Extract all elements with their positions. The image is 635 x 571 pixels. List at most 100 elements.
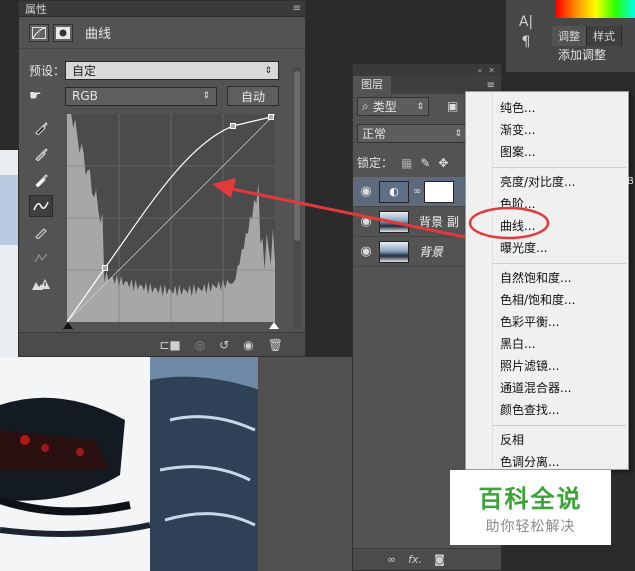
tab-adjustments[interactable]: 调整 <box>552 26 587 46</box>
lock-label: 锁定： <box>357 156 394 170</box>
menu-item[interactable]: 色调分离... <box>500 453 559 470</box>
fx-button[interactable]: fx. <box>408 553 422 566</box>
properties-scrollbar[interactable] <box>293 67 301 329</box>
curves-graph[interactable] <box>67 114 275 322</box>
eyedropper-black-icon[interactable] <box>29 117 53 139</box>
panel-name: 曲线 <box>85 27 112 42</box>
menu-item[interactable]: 颜色查找... <box>500 401 559 418</box>
color-spectrum-bar[interactable] <box>556 0 635 18</box>
collapse-icon[interactable]: « <box>477 66 482 75</box>
white-point-slider[interactable] <box>269 322 279 329</box>
properties-panel: 属性 ≡ 曲线 预设： 自定 ⇕ ☛ RGB ⇕ 自动 ⊏■ ◎ ↺ ◉ 🗑 <box>18 0 306 357</box>
layer-name: 背景 <box>419 245 444 259</box>
menu-item[interactable]: 黑白... <box>500 335 535 352</box>
menu-item[interactable]: 色彩平衡... <box>500 313 559 330</box>
lock-position-icon[interactable]: ✥ <box>438 156 448 170</box>
panel-menu-icon[interactable]: ≡ <box>293 3 301 14</box>
layer-name: 背景 副 <box>419 215 459 229</box>
layer-thumbnail[interactable] <box>379 240 409 263</box>
filter-kind-value: 类型 <box>372 100 397 114</box>
watermark-subtitle: 助你轻松解决 <box>485 519 576 535</box>
curve-control-point[interactable] <box>268 114 274 120</box>
close-icon[interactable]: ✕ <box>488 66 495 75</box>
menu-gutter <box>492 92 493 469</box>
menu-item[interactable]: 曲线... <box>500 217 535 234</box>
character-icon[interactable]: A| <box>512 14 540 34</box>
eye-icon[interactable]: ◉ <box>353 214 379 229</box>
watermark: 百科全说 助你轻松解决 <box>450 470 611 545</box>
menu-item[interactable]: 渐变... <box>500 121 535 138</box>
tab-styles[interactable]: 样式 <box>587 26 622 46</box>
preset-label: 预设： <box>29 64 66 78</box>
menu-item[interactable]: 自然饱和度... <box>500 269 571 286</box>
updown-arrow-icon: ⇕ <box>264 65 272 76</box>
adjust-tabs: 调整 样式 <box>552 26 622 46</box>
preset-dropdown[interactable]: 自定 ⇕ <box>65 61 279 80</box>
updown-arrow-icon: ⇕ <box>454 128 462 139</box>
eye-icon[interactable]: ◉ <box>353 244 379 259</box>
channel-dropdown[interactable]: RGB ⇕ <box>65 86 217 106</box>
properties-titlebar: 属性 ≡ <box>19 1 305 17</box>
add-mask-icon[interactable]: ◙ <box>434 553 445 566</box>
menu-item[interactable]: 照片滤镜... <box>500 357 559 374</box>
paragraph-icon[interactable]: ¶ <box>512 34 540 54</box>
properties-footer: ⊏■ ◎ ↺ ◉ 🗑 <box>19 332 305 356</box>
link-layers-icon[interactable]: ∞ <box>387 553 396 566</box>
adjustment-context-menu: 纯色... 渐变... 图案... 亮度/对比度... 色阶... 曲线... 曝光度...… <box>465 91 629 470</box>
eyedropper-white-icon[interactable] <box>29 169 53 191</box>
smooth-icon[interactable] <box>29 247 53 269</box>
watermark-title: 百科全说 <box>478 485 583 513</box>
lock-row: 锁定： ▦ ✎ ✥ <box>357 154 448 171</box>
hand-adjust-icon[interactable]: ☛ <box>29 88 65 104</box>
view-previous-icon[interactable]: ◎ <box>195 338 205 352</box>
search-icon: ⌕ <box>362 99 369 113</box>
channel-row: ☛ RGB ⇕ 自动 <box>29 86 279 106</box>
menu-item[interactable]: 反相 <box>500 431 524 448</box>
mini-tool-column: A| ¶ <box>512 14 540 54</box>
curve-control-point[interactable] <box>102 265 108 271</box>
trash-icon[interactable]: 🗑 <box>268 338 283 352</box>
black-point-slider[interactable] <box>63 322 73 329</box>
menu-item[interactable]: 曝光度... <box>500 239 547 256</box>
preset-value: 自定 <box>72 64 97 78</box>
scroll-thumb[interactable] <box>294 71 300 241</box>
panel-menu-icon[interactable]: ≡ <box>487 80 495 91</box>
preset-row: 预设： 自定 ⇕ <box>29 61 279 80</box>
lock-transparency-icon[interactable]: ▦ <box>401 156 412 170</box>
curves-layer-thumbnail[interactable]: ◐ <box>379 180 409 203</box>
menu-item[interactable]: 色相/饱和度... <box>500 291 576 308</box>
properties-header: 曲线 <box>19 17 305 49</box>
blend-mode-dropdown[interactable]: 正常 ⇕ <box>357 124 467 143</box>
filter-kind-dropdown[interactable]: ⌕ 类型 ⇕ <box>357 97 429 116</box>
layer-mask-thumbnail[interactable] <box>424 180 455 203</box>
eyedropper-gray-icon[interactable] <box>29 143 53 165</box>
lock-paint-icon[interactable]: ✎ <box>420 156 430 170</box>
layer-mask-icon[interactable] <box>53 23 73 42</box>
layers-footer: ∞ fx. ◙ <box>353 548 501 570</box>
menu-item[interactable]: 通道混合器... <box>500 379 571 396</box>
menu-separator <box>492 425 626 426</box>
curve-tools <box>29 117 53 299</box>
menu-separator <box>492 167 626 168</box>
layers-topbar: « ✕ <box>353 64 501 76</box>
auto-button[interactable]: 自动 <box>227 86 279 106</box>
edge-label: B <box>627 176 634 187</box>
menu-item[interactable]: 亮度/对比度... <box>500 173 576 190</box>
image-filter-icon[interactable]: ▣ <box>447 99 458 113</box>
menu-item[interactable]: 色阶... <box>500 195 535 212</box>
layer-thumbnail[interactable] <box>379 210 409 233</box>
menu-item[interactable]: 图案... <box>500 143 535 160</box>
curve-control-point[interactable] <box>230 123 236 129</box>
visibility-icon[interactable]: ◉ <box>243 338 253 352</box>
curve-point-icon[interactable] <box>29 195 53 217</box>
curves-adjustment-icon[interactable] <box>29 23 49 42</box>
clip-to-layer-icon[interactable]: ⊏■ <box>159 338 180 352</box>
tab-layers[interactable]: 图层 <box>353 76 391 94</box>
pencil-icon[interactable] <box>29 221 53 243</box>
properties-title: 属性 <box>25 2 47 16</box>
reset-icon[interactable]: ↺ <box>219 338 229 352</box>
clipping-warning-icon[interactable] <box>29 273 53 295</box>
menu-item[interactable]: 纯色... <box>500 99 535 116</box>
eye-icon[interactable]: ◉ <box>353 184 379 199</box>
add-adjustment-title: 添加调整 <box>558 48 607 62</box>
